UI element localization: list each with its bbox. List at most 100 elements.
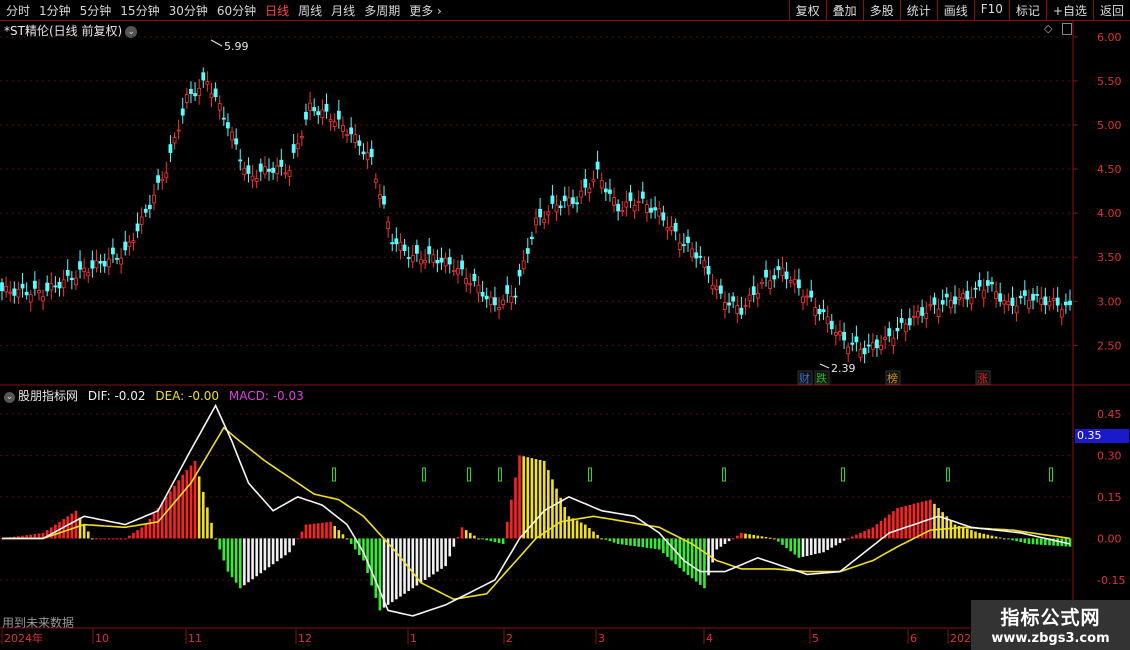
macd-bar xyxy=(1039,538,1043,545)
candle-body xyxy=(394,238,399,245)
macd-bar xyxy=(432,538,435,575)
macd-bar xyxy=(941,512,944,539)
macd-bar xyxy=(846,538,850,540)
macd-bar xyxy=(99,538,102,540)
macd-bar xyxy=(366,538,369,574)
candle-body xyxy=(608,189,612,194)
date-label: 12 xyxy=(298,632,312,645)
candle-body xyxy=(739,307,744,315)
kline-chart[interactable]: 6.00 5.50 5.00 4.50 4.00 3.50 3.00 2.50 0.45 0.30… xyxy=(0,0,1130,650)
candle-body xyxy=(907,318,912,326)
candle-body xyxy=(776,266,781,271)
macd-bar xyxy=(756,535,760,539)
candle-body xyxy=(513,295,518,298)
candle-body xyxy=(990,281,994,285)
candle-body xyxy=(373,178,378,183)
macd-bar xyxy=(937,507,940,539)
macd-bar xyxy=(185,470,189,539)
date-label: 6 xyxy=(910,632,917,645)
price-tick-label: 3.00 xyxy=(1097,295,1122,308)
macd-bar xyxy=(288,538,291,553)
macd-bar xyxy=(538,459,542,539)
candle-body xyxy=(566,197,571,207)
macd-bar xyxy=(579,522,583,539)
macd-bar xyxy=(86,531,90,539)
candle-body xyxy=(349,127,354,135)
macd-bar xyxy=(998,537,1002,539)
candle-body xyxy=(817,308,822,315)
macd-bar xyxy=(263,538,267,571)
candle-body xyxy=(677,242,682,250)
macd-bar xyxy=(173,485,176,539)
macd-bar xyxy=(678,538,682,568)
candle-body xyxy=(1051,297,1056,301)
candle-body xyxy=(328,119,333,122)
candle-body xyxy=(168,144,173,153)
macd-bar xyxy=(473,535,476,539)
macd-bar xyxy=(95,538,98,540)
candle-body xyxy=(912,315,916,318)
candle-body xyxy=(760,281,764,285)
candle-body xyxy=(903,323,908,333)
macd-bar xyxy=(460,527,464,539)
watermark-title: 指标公式网 xyxy=(1000,607,1101,629)
macd-bar xyxy=(247,538,250,583)
macd-bar xyxy=(226,538,230,572)
candle-body xyxy=(1059,309,1064,318)
macd-bar xyxy=(136,530,139,539)
macd-bar xyxy=(267,538,271,568)
macd-bar xyxy=(748,534,751,539)
event-marker: 榜 xyxy=(887,371,898,385)
candle-body xyxy=(562,195,567,202)
candle-body xyxy=(632,205,637,212)
candle-body xyxy=(451,270,456,272)
candle-body xyxy=(944,293,949,298)
candle-body xyxy=(32,280,37,289)
candle-body xyxy=(189,88,193,94)
candle-body xyxy=(801,296,805,304)
candle-body xyxy=(279,159,284,167)
price-tick-label: 5.50 xyxy=(1097,75,1122,88)
candle-body xyxy=(731,296,736,302)
candle-body xyxy=(304,111,308,120)
candle-body xyxy=(242,167,247,176)
candle-body xyxy=(57,281,62,289)
candle-body xyxy=(427,246,432,255)
candle-body xyxy=(916,311,920,318)
candle-body xyxy=(221,117,226,120)
candle-body xyxy=(735,305,740,314)
candle-body xyxy=(1014,305,1019,314)
macd-bar xyxy=(501,538,505,544)
macd-bar xyxy=(321,522,324,539)
candle-body xyxy=(419,259,423,265)
macd-bar xyxy=(867,529,871,539)
candle-body xyxy=(854,336,859,343)
macd-bar xyxy=(863,531,866,539)
candle-body xyxy=(287,170,292,177)
macd-bar xyxy=(838,538,842,544)
signal-tick xyxy=(588,467,592,482)
macd-bar xyxy=(300,531,304,539)
macd-bar xyxy=(119,538,123,540)
macd-bar xyxy=(1035,538,1039,545)
macd-bar xyxy=(374,538,378,598)
candle-body xyxy=(858,348,863,358)
candle-body xyxy=(1010,297,1015,306)
candle-body xyxy=(706,265,711,275)
macd-bar xyxy=(551,479,554,539)
candle-body xyxy=(254,178,259,182)
candle-body xyxy=(193,93,197,97)
macd-bar xyxy=(489,538,493,542)
event-marker: 财 xyxy=(799,371,810,385)
macd-bar xyxy=(514,477,517,539)
candle-body xyxy=(891,337,896,346)
candle-body xyxy=(78,261,82,270)
macd-bar xyxy=(859,532,862,539)
candle-body xyxy=(147,204,152,210)
candle-body xyxy=(283,172,288,175)
candle-body xyxy=(673,222,678,232)
candle-body xyxy=(595,161,600,170)
macd-bar xyxy=(818,538,821,554)
candle-body xyxy=(94,260,99,269)
macd-bar xyxy=(230,538,234,578)
